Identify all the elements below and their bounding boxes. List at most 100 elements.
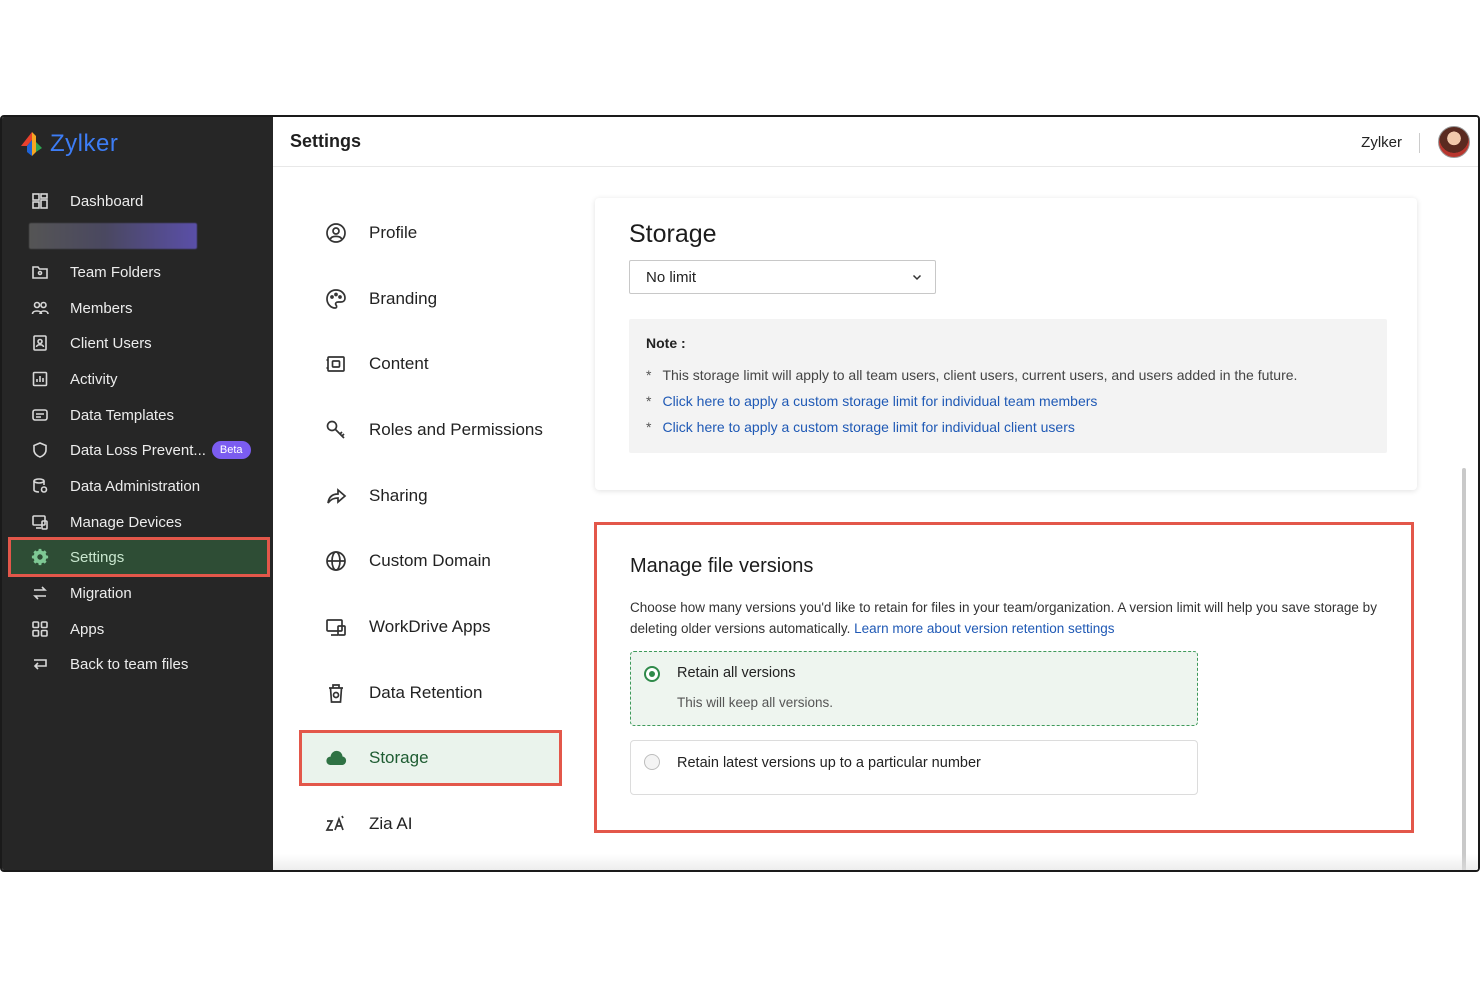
key-icon <box>323 417 349 443</box>
client-users-icon <box>30 333 50 353</box>
zia-icon <box>323 811 349 837</box>
scrollbar[interactable] <box>1462 468 1466 870</box>
activity-icon <box>30 369 50 389</box>
sidebar-item-label: Data Loss Prevent... <box>70 441 206 459</box>
org-name[interactable]: Zylker <box>1361 134 1402 151</box>
brand-name: Zylker <box>50 130 119 157</box>
option-label: Retain latest versions up to a particula… <box>677 755 981 771</box>
sidebar-item-label: Migration <box>70 584 132 602</box>
content-icon <box>323 351 349 377</box>
page-title: Settings <box>290 131 362 151</box>
settings-item-branding[interactable]: Branding <box>301 273 560 325</box>
devices-icon <box>30 512 50 532</box>
learn-more-link[interactable]: Learn more about version retention setti… <box>854 621 1114 636</box>
sidebar-item-dashboard[interactable]: Dashboard <box>10 183 268 219</box>
note-item: * Click here to apply a custom storage l… <box>646 393 1097 409</box>
sidebar-item-label: Client Users <box>70 334 152 352</box>
shield-icon <box>30 440 50 460</box>
sidebar-item-team-folders[interactable]: Team Folders <box>10 254 268 290</box>
settings-item-storage[interactable]: Storage <box>299 730 562 786</box>
sidebar-item-label: Members <box>70 299 133 317</box>
option-retain-all[interactable]: Retain all versions This will keep all v… <box>630 651 1198 726</box>
team-folders-icon <box>30 262 50 282</box>
note-title: Note : <box>646 335 686 351</box>
settings-item-data-retention[interactable]: Data Retention <box>301 667 560 719</box>
settings-item-label: Roles and Permissions <box>369 420 543 439</box>
sidebar-item-data-administration[interactable]: Data Administration <box>10 468 268 504</box>
sidebar-item-data-templates[interactable]: Data Templates <box>10 397 268 433</box>
storage-card: Storage No limit Note : * This storage l… <box>595 198 1417 490</box>
bullet-star: * <box>646 393 652 409</box>
settings-item-label: Zia AI <box>369 814 413 833</box>
option-retain-latest[interactable]: Retain latest versions up to a particula… <box>630 740 1198 795</box>
settings-item-label: Content <box>369 354 429 373</box>
option-label: Retain all versions <box>677 665 796 681</box>
bottom-fade <box>273 854 1478 870</box>
bullet-star: * <box>646 419 652 435</box>
redacted-bar <box>29 223 197 249</box>
sidebar-item-apps[interactable]: Apps <box>10 611 268 647</box>
storage-title: Storage <box>629 220 717 248</box>
sidebar-item-label: Apps <box>70 620 105 638</box>
settings-item-workdrive-apps[interactable]: WorkDrive Apps <box>301 601 560 653</box>
sidebar-item-migration[interactable]: Migration <box>10 575 268 611</box>
storage-note: Note : * This storage limit will apply t… <box>629 319 1387 453</box>
dashboard-icon <box>30 191 50 211</box>
option-subtext: This will keep all versions. <box>677 695 834 710</box>
settings-item-label: WorkDrive Apps <box>369 617 491 636</box>
brand[interactable]: Zylker <box>18 127 118 161</box>
chevron-down-icon <box>912 274 922 281</box>
zylker-logo-icon <box>18 130 44 158</box>
data-templates-icon <box>30 405 50 425</box>
sidebar-item-settings[interactable]: Settings <box>8 537 270 577</box>
section-description: Choose how many versions you'd like to r… <box>630 597 1390 639</box>
storage-limit-select[interactable]: No limit <box>629 260 936 294</box>
palette-icon <box>323 286 349 312</box>
data-administration-icon <box>30 476 50 496</box>
settings-item-label: Custom Domain <box>369 551 491 570</box>
settings-item-custom-domain[interactable]: Custom Domain <box>301 535 560 587</box>
settings-item-label: Branding <box>369 289 438 308</box>
sidebar-item-data-loss-prevention[interactable]: Data Loss Prevent... Beta <box>10 432 268 468</box>
team-members-limit-link[interactable]: Click here to apply a custom storage lim… <box>662 393 1097 409</box>
settings-item-roles-and-permissions[interactable]: Roles and Permissions <box>301 404 560 456</box>
sidebar-item-label: Data Templates <box>70 406 174 424</box>
sidebar-item-manage-devices[interactable]: Manage Devices <box>10 504 268 540</box>
bullet-star: * <box>646 367 652 383</box>
radio-selected[interactable] <box>644 666 660 682</box>
settings-item-label: Storage <box>369 748 429 767</box>
settings-item-profile[interactable]: Profile <box>301 207 560 259</box>
settings-item-label: Data Retention <box>369 683 483 702</box>
sidebar-item-back-to-team-files[interactable]: Back to team files <box>10 646 268 682</box>
sidebar-item-label: Data Administration <box>70 477 201 495</box>
back-arrow-icon <box>30 654 50 674</box>
client-users-limit-link[interactable]: Click here to apply a custom storage lim… <box>662 419 1074 435</box>
sidebar-item-members[interactable]: Members <box>10 290 268 326</box>
sidebar-item-activity[interactable]: Activity <box>10 361 268 397</box>
members-icon <box>30 298 50 318</box>
main-content: Storage No limit Note : * This storage l… <box>591 168 1478 870</box>
gear-icon <box>30 547 50 567</box>
settings-item-content[interactable]: Content <box>301 338 560 390</box>
settings-item-sharing[interactable]: Sharing <box>301 470 560 522</box>
radio-unselected[interactable] <box>644 754 660 770</box>
workdrive-apps-icon <box>323 614 349 640</box>
avatar[interactable] <box>1438 126 1470 158</box>
note-item: * Click here to apply a custom storage l… <box>646 419 1075 435</box>
profile-icon <box>323 220 349 246</box>
settings-item-label: Profile <box>369 223 418 242</box>
top-header: Settings Zylker <box>273 117 1478 167</box>
sidebar-item-label: Manage Devices <box>70 513 182 531</box>
section-title: Manage file versions <box>630 555 814 577</box>
sidebar-item-label: Dashboard <box>70 192 144 210</box>
note-item: * This storage limit will apply to all t… <box>646 367 1297 383</box>
settings-nav: Profile Branding Content Roles and Permi… <box>273 168 591 870</box>
settings-item-zia-ai[interactable]: Zia AI <box>301 798 560 850</box>
sidebar: Zylker Dashboard Team Folders Members Cl… <box>2 117 273 870</box>
header-divider <box>1419 133 1420 153</box>
note-text: This storage limit will apply to all tea… <box>662 367 1298 383</box>
sidebar-item-client-users[interactable]: Client Users <box>10 325 268 361</box>
settings-item-label: Sharing <box>369 486 428 505</box>
share-icon <box>323 483 349 509</box>
sidebar-item-label: Back to team files <box>70 655 189 673</box>
